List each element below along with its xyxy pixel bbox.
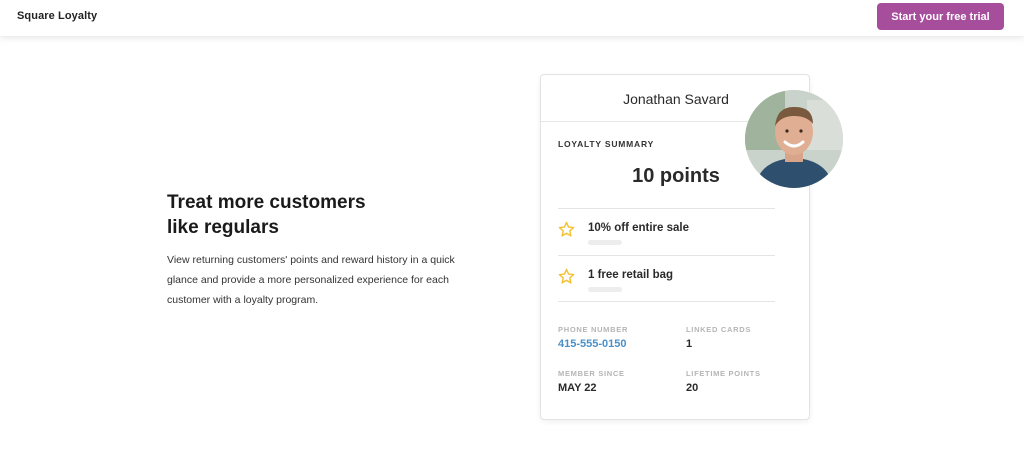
reward-label: 10% off entire sale [588, 222, 689, 234]
member-since-label: MEMBER SINCE [558, 369, 625, 378]
hero-description: View returning customers' points and rew… [167, 254, 455, 306]
hero-section: Treat more customers like regulars View … [167, 190, 467, 310]
divider [558, 255, 775, 256]
loyalty-summary-label: LOYALTY SUMMARY [558, 139, 655, 149]
top-navigation-bar: Square Loyalty Start your free trial [0, 0, 1024, 36]
brand-name[interactable]: Square Loyalty [17, 10, 97, 22]
phone-number-label: PHONE NUMBER [558, 325, 629, 334]
start-free-trial-button[interactable]: Start your free trial [877, 3, 1004, 30]
linked-cards-value: 1 [686, 338, 693, 350]
hero-title: Treat more customers like regulars [167, 192, 366, 238]
reward-progress-bar [588, 240, 622, 245]
reward-label: 1 free retail bag [588, 269, 674, 281]
divider [558, 208, 775, 209]
linked-cards-label: LINKED CARDS [686, 325, 752, 334]
star-icon [558, 221, 575, 237]
divider [558, 301, 775, 302]
reward-item: 1 free retail bag [558, 267, 775, 297]
lifetime-points-value: 20 [686, 382, 699, 394]
lifetime-points-label: LIFETIME POINTS [686, 369, 761, 378]
member-since-value: MAY 22 [558, 382, 597, 394]
avatar [745, 90, 843, 188]
phone-number-value[interactable]: 415-555-0150 [558, 338, 627, 350]
reward-progress-bar [588, 287, 622, 292]
customer-photo [745, 90, 843, 188]
star-icon [558, 268, 575, 284]
reward-item: 10% off entire sale [558, 220, 775, 250]
